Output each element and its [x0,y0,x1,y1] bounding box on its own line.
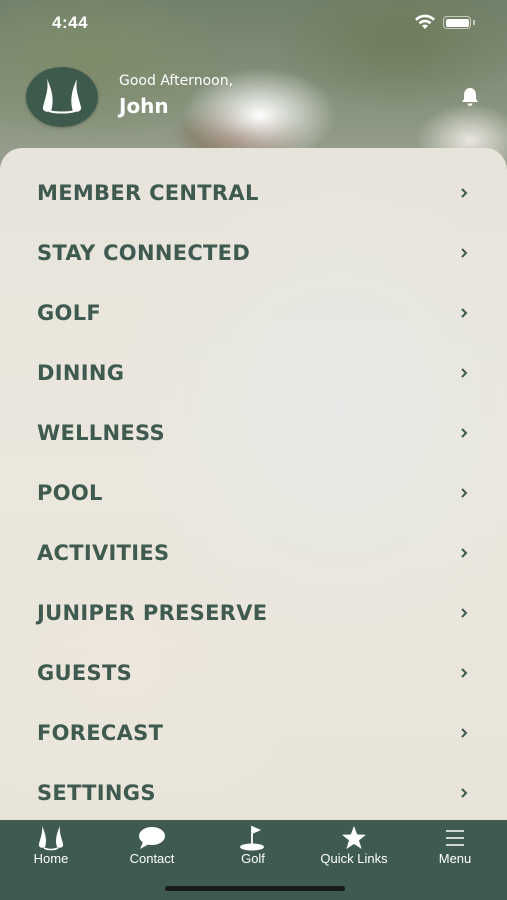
golf-flag-icon [240,826,264,851]
chevron-right-icon [461,368,468,378]
star-icon [342,826,366,849]
chevron-right-icon [461,668,468,678]
chevron-right-icon [461,788,468,798]
club-logo[interactable] [26,67,98,127]
logo-icon [38,826,64,851]
menu-item-label: FORECAST [37,721,164,745]
chevron-right-icon [461,428,468,438]
chevron-right-icon [461,488,468,498]
menu-item-label: WELLNESS [37,421,165,445]
hamburger-menu-icon [446,830,464,846]
chevron-right-icon [461,548,468,558]
chevron-right-icon [461,608,468,618]
battery-cap [473,20,475,25]
wifi-icon [415,14,435,29]
status-time: 4:44 [52,13,89,32]
menu-item-pool[interactable]: POOL [0,463,507,523]
logo-icon [42,79,82,114]
tab-label: Menu [438,851,472,866]
menu-item-forecast[interactable]: FORECAST [0,703,507,763]
menu-item-label: JUNIPER PRESERVE [37,601,268,625]
chevron-right-icon [461,248,468,258]
menu-item-stay-connected[interactable]: STAY CONNECTED [0,223,507,283]
main-menu-panel: MEMBER CENTRAL STAY CONNECTED GOLF DININ… [0,148,507,820]
menu-item-label: GOLF [37,301,102,325]
chevron-right-icon [461,188,468,198]
tab-label: Quick Links [320,851,388,866]
menu-item-label: POOL [37,481,103,505]
menu-item-member-central[interactable]: MEMBER CENTRAL [0,163,507,223]
tab-label: Home [33,851,69,866]
chevron-right-icon [461,728,468,738]
menu-item-label: GUESTS [37,661,133,685]
menu-item-label: SETTINGS [37,781,156,805]
chat-bubble-icon [139,827,165,849]
battery-icon [443,16,471,29]
chevron-right-icon [461,308,468,318]
user-name: John [119,94,169,118]
tab-golf[interactable]: Golf [203,820,303,880]
menu-item-dining[interactable]: DINING [0,343,507,403]
menu-item-label: MEMBER CENTRAL [37,181,259,205]
tab-label: Golf [241,851,265,866]
menu-item-golf[interactable]: GOLF [0,283,507,343]
menu-item-label: STAY CONNECTED [37,241,251,265]
tab-home[interactable]: Home [1,820,101,880]
menu-item-wellness[interactable]: WELLNESS [0,403,507,463]
menu-item-label: ACTIVITIES [37,541,170,565]
menu-item-activities[interactable]: ACTIVITIES [0,523,507,583]
menu-item-label: DINING [37,361,125,385]
tab-menu[interactable]: Menu [405,820,505,880]
status-bar: 4:44 [0,0,507,50]
bell-icon[interactable] [459,86,481,108]
menu-item-guests[interactable]: GUESTS [0,643,507,703]
greeting-text: Good Afternoon, [119,73,234,89]
home-indicator [165,886,345,891]
menu-item-settings[interactable]: SETTINGS [0,763,507,820]
tab-label: Contact [129,851,175,866]
menu-item-juniper-preserve[interactable]: JUNIPER PRESERVE [0,583,507,643]
tab-quick-links[interactable]: Quick Links [304,820,404,880]
tab-contact[interactable]: Contact [102,820,202,880]
